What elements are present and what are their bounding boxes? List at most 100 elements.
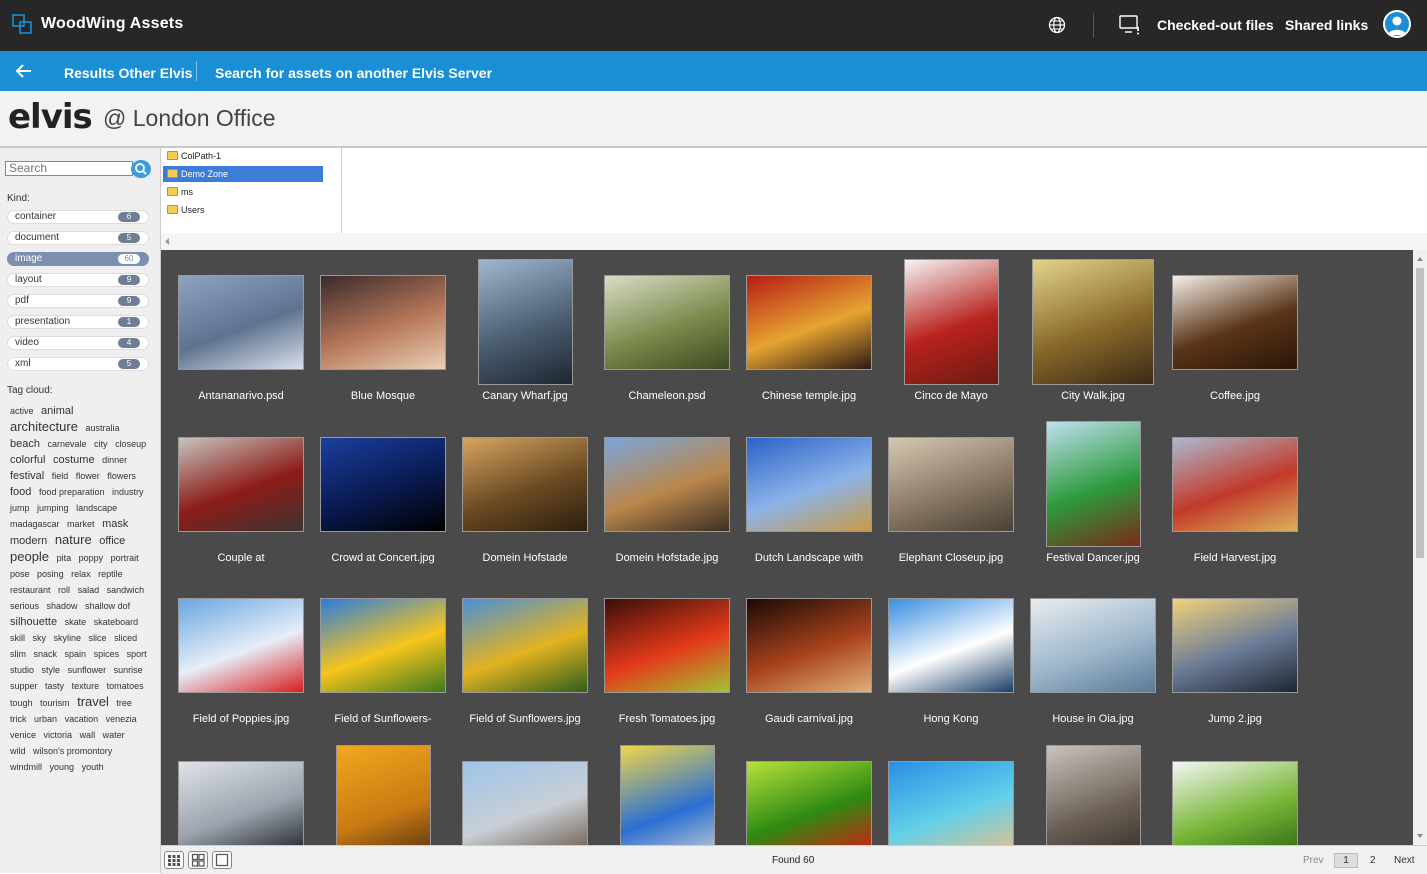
asset-thumbnail[interactable] [1032, 259, 1154, 385]
kind-filter-pdf[interactable]: pdf 9 [7, 294, 149, 308]
tag-link[interactable]: people [10, 549, 49, 564]
tag-link[interactable]: food preparation [39, 487, 105, 497]
tag-link[interactable]: beach [10, 438, 40, 450]
tag-link[interactable]: youth [82, 762, 104, 772]
tag-link[interactable]: flowers [107, 471, 136, 481]
asset-thumbnail[interactable] [462, 760, 588, 845]
tag-link[interactable]: architecture [10, 419, 78, 434]
tag-link[interactable]: portrait [111, 553, 139, 563]
asset-tile[interactable]: Field Harvest.jpg [1164, 412, 1306, 572]
tag-link[interactable]: reptile [98, 569, 123, 579]
tag-link[interactable]: nature [55, 532, 92, 547]
asset-thumbnail[interactable] [888, 436, 1014, 532]
tag-link[interactable]: active [10, 406, 34, 416]
tag-link[interactable]: skate [65, 617, 87, 627]
grid-scrollbar-thumb[interactable] [1416, 268, 1424, 558]
tag-link[interactable]: sky [33, 633, 47, 643]
asset-thumbnail[interactable] [462, 597, 588, 693]
asset-tile[interactable]: Cinco de Mayo [880, 250, 1022, 410]
asset-tile[interactable]: Gaudi carnival.jpg [738, 573, 880, 733]
tag-link[interactable]: sunflower [68, 665, 107, 675]
folder-item[interactable]: ms [163, 184, 323, 200]
search-icon[interactable] [131, 160, 151, 178]
asset-tile[interactable]: Field of Sunflowers.jpg [454, 573, 596, 733]
tag-link[interactable]: festival [10, 470, 44, 482]
tag-link[interactable]: mask [102, 518, 128, 530]
tag-link[interactable]: wilson's promontory [33, 746, 112, 756]
asset-tile[interactable] [596, 736, 738, 845]
asset-thumbnail[interactable] [746, 436, 872, 532]
medium-grid-view-button[interactable] [188, 851, 208, 869]
small-grid-view-button[interactable] [164, 851, 184, 869]
tag-link[interactable]: water [103, 730, 125, 740]
tag-link[interactable]: modern [10, 535, 47, 547]
asset-tile[interactable]: Hong Kong [880, 573, 1022, 733]
tag-link[interactable]: shadow [47, 601, 78, 611]
asset-thumbnail[interactable] [178, 436, 304, 532]
asset-thumbnail[interactable] [903, 259, 999, 385]
asset-thumbnail[interactable] [619, 745, 715, 845]
asset-thumbnail[interactable] [1172, 760, 1298, 845]
tag-link[interactable]: silhouette [10, 616, 57, 628]
tag-link[interactable]: style [42, 665, 61, 675]
tag-link[interactable]: spices [94, 649, 120, 659]
scroll-up-icon[interactable] [1413, 252, 1427, 266]
tag-link[interactable]: posing [37, 569, 64, 579]
monitor-icon[interactable] [1119, 15, 1141, 35]
scroll-down-icon[interactable] [1413, 829, 1427, 843]
tag-link[interactable]: sunrise [114, 665, 143, 675]
asset-tile[interactable] [1164, 736, 1306, 845]
tag-link[interactable]: pose [10, 569, 30, 579]
tag-link[interactable]: venice [10, 730, 36, 740]
shared-links-link[interactable]: Shared links [1285, 17, 1368, 33]
tag-link[interactable]: carnevale [48, 439, 87, 449]
tag-link[interactable]: sport [127, 649, 147, 659]
prev-page-link[interactable]: Prev [1303, 855, 1324, 866]
tag-link[interactable]: skyline [54, 633, 82, 643]
tag-link[interactable]: slice [89, 633, 107, 643]
tag-link[interactable]: relax [71, 569, 91, 579]
asset-thumbnail[interactable] [1030, 597, 1156, 693]
tag-link[interactable]: closeup [115, 439, 146, 449]
tag-link[interactable]: madagascar [10, 519, 60, 529]
next-page-link[interactable]: Next [1394, 855, 1415, 866]
asset-thumbnail[interactable] [320, 436, 446, 532]
tag-link[interactable]: travel [77, 694, 109, 709]
asset-thumbnail[interactable] [604, 274, 730, 370]
asset-thumbnail[interactable] [746, 760, 872, 845]
large-view-button[interactable] [212, 851, 232, 869]
tag-link[interactable]: pita [57, 553, 72, 563]
kind-filter-presentation[interactable]: presentation 1 [7, 315, 149, 329]
tag-link[interactable]: food [10, 486, 31, 498]
asset-thumbnail[interactable] [178, 760, 304, 845]
kind-filter-document[interactable]: document 5 [7, 231, 149, 245]
folder-item[interactable]: Users [163, 202, 323, 218]
back-arrow-icon[interactable] [14, 61, 34, 81]
asset-tile[interactable] [738, 736, 880, 845]
asset-tile[interactable]: Chinese temple.jpg [738, 250, 880, 410]
asset-tile[interactable] [454, 736, 596, 845]
search-other-server-link[interactable]: Search for assets on another Elvis Serve… [215, 65, 492, 81]
tag-link[interactable]: restaurant [10, 585, 51, 595]
tag-link[interactable]: wild [10, 746, 26, 756]
tag-link[interactable]: costume [53, 454, 95, 466]
tag-link[interactable]: salad [78, 585, 100, 595]
asset-tile[interactable]: Fresh Tomatoes.jpg [596, 573, 738, 733]
asset-tile[interactable] [312, 736, 454, 845]
asset-tile[interactable] [880, 736, 1022, 845]
current-page[interactable]: 1 [1334, 853, 1358, 868]
asset-tile[interactable]: Jump 2.jpg [1164, 573, 1306, 733]
asset-tile[interactable] [170, 736, 312, 845]
kind-filter-container[interactable]: container 6 [7, 210, 149, 224]
asset-tile[interactable]: Field of Sunflowers- [312, 573, 454, 733]
asset-tile[interactable]: Elephant Closeup.jpg [880, 412, 1022, 572]
asset-thumbnail[interactable] [746, 274, 872, 370]
folder-item[interactable]: ColPath-1 [163, 148, 323, 164]
asset-thumbnail[interactable] [178, 274, 304, 370]
asset-thumbnail[interactable] [888, 597, 1014, 693]
asset-thumbnail[interactable] [604, 436, 730, 532]
tag-link[interactable]: urban [34, 714, 57, 724]
asset-thumbnail[interactable] [1172, 274, 1298, 370]
tag-link[interactable]: jump [10, 503, 30, 513]
asset-thumbnail[interactable] [178, 597, 304, 693]
